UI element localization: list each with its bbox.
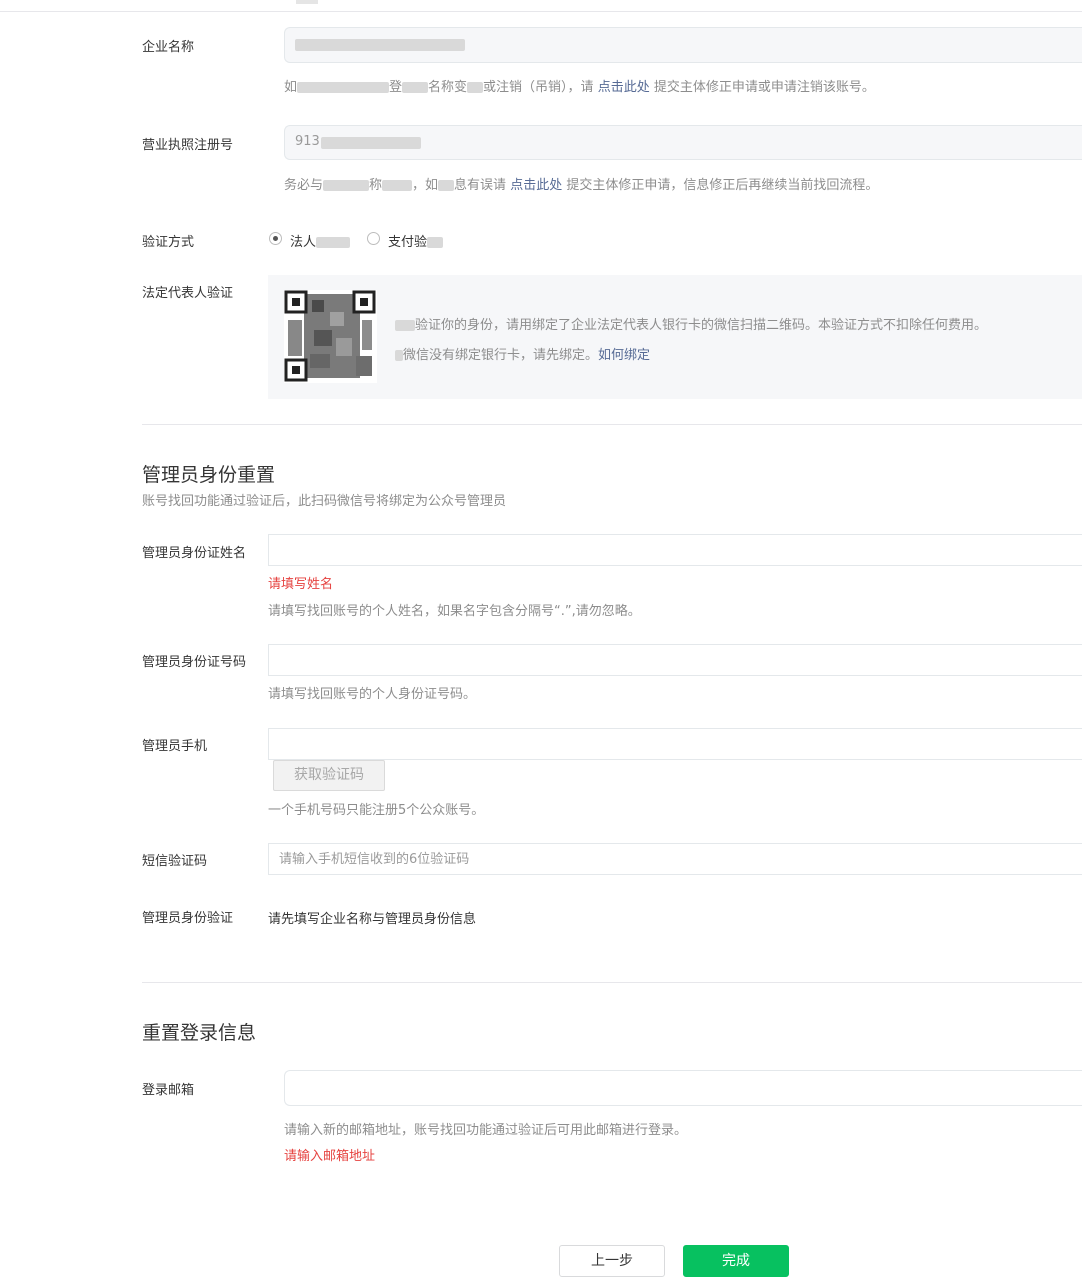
license-value: 913: [295, 134, 320, 149]
license-input[interactable]: 913: [284, 125, 1082, 160]
section-divider: [142, 982, 1082, 983]
admin-id-input[interactable]: [268, 644, 1082, 676]
sms-code-label: 短信验证码: [142, 854, 208, 869]
admin-name-error: 请填写姓名: [268, 577, 334, 592]
get-code-button[interactable]: 获取验证码: [273, 760, 385, 791]
legal-verify-label: 法定代表人验证: [142, 286, 234, 301]
redacted-text: [467, 82, 484, 93]
legal-verify-line1: 验证你的身份，请用绑定了企业法定代表人银行卡的微信扫描二维码。本验证方式不扣除任…: [395, 314, 987, 333]
login-email-error: 请输入邮箱地址: [284, 1149, 376, 1164]
admin-name-input[interactable]: [268, 534, 1082, 566]
how-to-bind-link[interactable]: 如何绑定: [598, 348, 650, 363]
login-email-input[interactable]: [284, 1070, 1082, 1106]
top-nub: [296, 0, 318, 4]
redacted-text: [323, 180, 370, 191]
admin-name-tip: 请填写找回账号的个人姓名，如果名字包含分隔号“.”,请勿忽略。: [268, 604, 641, 619]
sms-code-input[interactable]: 请输入手机短信收到的6位验证码: [268, 843, 1082, 875]
admin-id-tip: 请填写找回账号的个人身份证号码。: [268, 687, 477, 702]
redacted-text: [297, 82, 390, 93]
redacted-text: [395, 320, 415, 331]
redacted-text: [382, 180, 413, 191]
admin-id-label: 管理员身份证号码: [142, 655, 247, 670]
identity-verify-value: 请先填写企业名称与管理员身份信息: [268, 912, 477, 927]
admin-phone-tip: 一个手机号码只能注册5个公众账号。: [268, 803, 485, 818]
finish-button[interactable]: 完成: [683, 1245, 789, 1277]
login-email-tip: 请输入新的邮箱地址，账号找回功能通过验证后可用此邮箱进行登录。: [284, 1123, 688, 1138]
radio-legal-person[interactable]: [269, 232, 282, 245]
top-divider: [0, 11, 1082, 12]
prev-step-button[interactable]: 上一步: [559, 1245, 665, 1277]
license-fix-link[interactable]: 点击此处: [510, 178, 562, 193]
admin-reset-title: 管理员身份重置: [142, 464, 276, 486]
company-name-input[interactable]: [284, 27, 1082, 63]
company-name-label: 企业名称: [142, 40, 195, 55]
redacted-text: [316, 237, 351, 248]
license-tip: 务必与称，如 息有误请 点击此处 提交主体修正申请，信息修正后再继续当前找回流程。: [284, 178, 879, 193]
redacted-text: [402, 82, 429, 93]
radio-payment-label: 支付验: [388, 231, 444, 250]
radio-payment[interactable]: [367, 232, 380, 245]
license-label: 营业执照注册号: [142, 138, 234, 153]
section-divider: [142, 424, 1082, 425]
license-redacted: [321, 137, 421, 149]
company-name-redacted: [295, 39, 465, 51]
verify-method-label: 验证方式: [142, 235, 195, 250]
redacted-text: [438, 180, 455, 191]
admin-reset-subtitle: 账号找回功能通过验证后，此扫码微信号将绑定为公众号管理员: [142, 494, 507, 509]
company-fix-link[interactable]: 点击此处: [598, 80, 650, 95]
login-reset-title: 重置登录信息: [142, 1022, 257, 1044]
identity-verify-label: 管理员身份验证: [142, 911, 234, 926]
sms-code-placeholder: 请输入手机短信收到的6位验证码: [279, 852, 470, 867]
legal-verify-line2: 微信没有绑定银行卡，请先绑定。如何绑定: [395, 344, 650, 363]
admin-phone-label: 管理员手机: [142, 739, 208, 754]
login-email-label: 登录邮箱: [142, 1083, 195, 1098]
radio-legal-person-label: 法人: [290, 231, 351, 250]
admin-name-label: 管理员身份证姓名: [142, 546, 247, 561]
company-name-tip: 如登名称变 或注销（吊销），请 点击此处 提交主体修正申请或申请注销该账号。: [284, 80, 875, 95]
redacted-text: [427, 237, 444, 248]
admin-phone-input[interactable]: [268, 728, 1082, 760]
qr-panel: [268, 275, 1082, 399]
redacted-text: [395, 350, 403, 361]
qr-code[interactable]: [284, 290, 377, 383]
